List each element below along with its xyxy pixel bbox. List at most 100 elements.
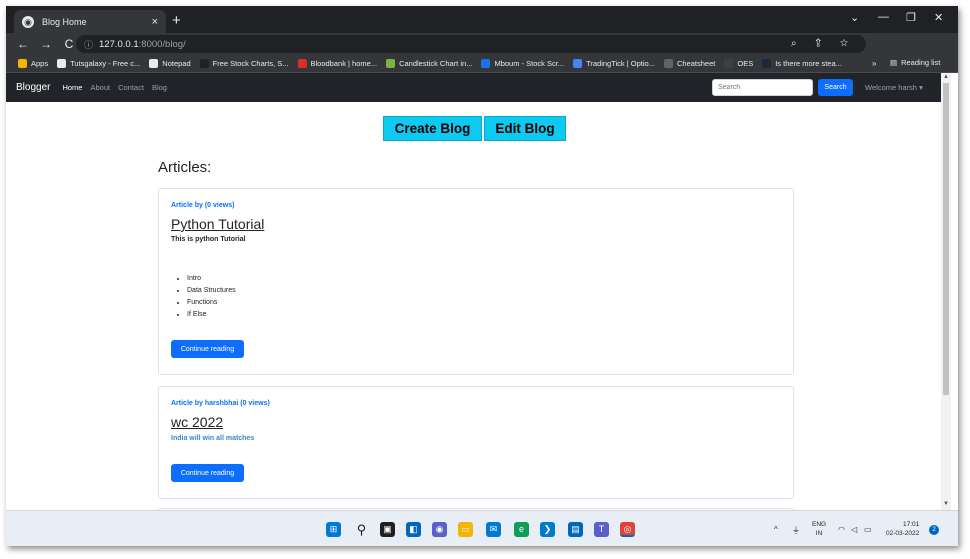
- tray-chevron-icon[interactable]: ^: [774, 525, 778, 534]
- nav-about[interactable]: About: [90, 83, 110, 92]
- search-input[interactable]: [712, 79, 813, 96]
- bookmark-item[interactable]: Is there more stea...: [762, 59, 842, 68]
- store-icon[interactable]: ▤: [568, 522, 583, 537]
- file-explorer-icon[interactable]: ▭: [458, 522, 473, 537]
- back-icon[interactable]: ←: [17, 37, 29, 51]
- bookmarks-overflow-icon[interactable]: »: [872, 59, 876, 68]
- tab-search-icon[interactable]: ⌄: [850, 11, 859, 24]
- bookmark-item[interactable]: Mboum - Stock Scr...: [481, 59, 564, 68]
- bookmark-label: OES: [737, 59, 754, 68]
- site-brand[interactable]: Blogger: [16, 82, 50, 93]
- new-tab-button[interactable]: +: [172, 12, 181, 29]
- tab-close-icon[interactable]: ×: [152, 16, 158, 28]
- forward-icon[interactable]: →: [40, 37, 52, 51]
- list-item: Data Structures: [187, 285, 236, 297]
- bookmark-label: Is there more stea...: [775, 59, 842, 68]
- browser-toolbar: ← → C ⓘ 127.0.0.1 :8000/blog/ ⌕ ⇪ ☆ ✱ ⋮: [6, 33, 958, 77]
- bookmark-label: Tutsgalaxy - Free c...: [70, 59, 141, 68]
- globe-icon: [149, 59, 159, 68]
- start-icon[interactable]: ⊞: [326, 522, 341, 537]
- teams-icon[interactable]: T: [594, 522, 609, 537]
- bookmark-item[interactable]: Cheatsheet: [663, 59, 716, 68]
- battery-icon[interactable]: ▭: [864, 525, 872, 534]
- scrollbar-thumb[interactable]: [943, 83, 949, 395]
- chrome-icon[interactable]: ◎: [620, 522, 635, 537]
- article-meta: Article by harshbhai (0 views): [171, 400, 270, 407]
- widgets-icon[interactable]: ◧: [406, 522, 421, 537]
- page-scrollbar[interactable]: ▲ ▼: [941, 73, 951, 510]
- article-subtitle: India will win all matches: [171, 435, 255, 442]
- welcome-label: Welcome harsh: [865, 83, 917, 92]
- bookmark-label: Mboum - Stock Scr...: [494, 59, 565, 68]
- scroll-up-icon[interactable]: ▲: [943, 74, 949, 80]
- bookmark-item[interactable]: Apps: [18, 59, 48, 68]
- notification-badge[interactable]: 2: [929, 525, 939, 535]
- tab-title: Blog Home: [42, 16, 87, 27]
- volume-icon[interactable]: ◁: [851, 525, 857, 534]
- nav-home[interactable]: Home: [62, 83, 82, 92]
- bookmark-item[interactable]: OES: [724, 59, 753, 68]
- oes-icon: [724, 59, 734, 68]
- reading-list-button[interactable]: ▤ Reading list: [890, 58, 940, 67]
- nav-blog[interactable]: Blog: [152, 83, 167, 92]
- address-bar[interactable]: ⓘ 127.0.0.1 :8000/blog/ ⌕ ⇪ ☆: [76, 35, 866, 53]
- tradingtick-icon: [573, 59, 583, 68]
- globe-icon: [57, 59, 67, 68]
- globe-icon: ◉: [22, 15, 34, 28]
- chat-icon[interactable]: ◉: [432, 522, 447, 537]
- create-blog-button[interactable]: Create Blog: [383, 116, 482, 141]
- article-card: Article by (0 views) Python Tutorial Thi…: [158, 188, 794, 375]
- continue-reading-button[interactable]: Continue reading: [171, 464, 244, 482]
- cheatsheet-icon: [663, 59, 673, 68]
- close-window-icon[interactable]: ✕: [934, 11, 943, 24]
- bookmark-item[interactable]: TradingTick | Optio...: [573, 59, 655, 68]
- article-title[interactable]: wc 2022: [171, 414, 223, 430]
- task-view-icon[interactable]: ▣: [380, 522, 395, 537]
- bookmark-item[interactable]: Free Stock Charts, S...: [199, 59, 289, 68]
- usb-icon[interactable]: ⏚: [792, 525, 800, 536]
- lang-line2: IN: [815, 530, 823, 537]
- windows-taskbar: ⊞ ⚲ ▣ ◧ ◉ ▭ ✉ e ❯ ▤ T ◎ ^ ⏚ ENG IN ◠ ◁ ▭…: [6, 510, 958, 546]
- bookmark-label: Cheatsheet: [676, 59, 716, 68]
- mail-icon[interactable]: ✉: [486, 522, 501, 537]
- edit-blog-button[interactable]: Edit Blog: [484, 116, 566, 141]
- reload-icon[interactable]: C: [63, 37, 75, 51]
- bookmark-label: Free Stock Charts, S...: [212, 59, 289, 68]
- search-button[interactable]: Search: [818, 79, 853, 96]
- site-navbar: Blogger Home About Contact Blog Search W…: [6, 73, 941, 102]
- info-icon[interactable]: ⓘ: [84, 38, 93, 51]
- bookmark-label: TradingTick | Optio...: [586, 59, 655, 68]
- clock-date: 02-03-2022: [886, 530, 920, 537]
- article-subtitle: This is python Tutorial: [171, 236, 246, 243]
- vscode-icon[interactable]: ❯: [540, 522, 555, 537]
- minimize-icon[interactable]: —: [878, 11, 889, 23]
- user-dropdown[interactable]: Welcome harsh ▾: [865, 83, 923, 92]
- scroll-down-icon[interactable]: ▼: [943, 501, 949, 507]
- caret-down-icon: ▾: [919, 83, 923, 92]
- apps-icon: [18, 59, 27, 68]
- continue-reading-button[interactable]: Continue reading: [171, 340, 244, 358]
- bookmarks-bar: Apps Tutsgalaxy - Free c... Notepad Free St…: [6, 55, 958, 73]
- steam-icon: [762, 59, 772, 68]
- address-actions-icons[interactable]: ⌕ ⇪ ☆: [791, 38, 856, 49]
- url-host: 127.0.0.1: [99, 38, 139, 50]
- nav-contact[interactable]: Contact: [118, 83, 144, 92]
- edge-icon[interactable]: e: [514, 522, 529, 537]
- language-indicator[interactable]: ENG IN: [812, 520, 826, 538]
- candlestick-icon: [386, 59, 396, 68]
- clock[interactable]: 17:01 02-03-2022: [886, 520, 919, 538]
- wifi-icon[interactable]: ◠: [838, 525, 845, 534]
- articles-heading: Articles:: [158, 159, 212, 176]
- bookmark-item[interactable]: Bloodbank | home...: [297, 59, 377, 68]
- tab-blog-home[interactable]: ◉ Blog Home ×: [14, 10, 166, 33]
- tab-strip: ◉ Blog Home × + ⌄ — ❐ ✕: [6, 6, 958, 33]
- bookmark-item[interactable]: Candlestick Chart in...: [386, 59, 472, 68]
- browser-window: ◉ Blog Home × + ⌄ — ❐ ✕ ← → C ⓘ 127.0.0.…: [6, 6, 958, 546]
- search-icon[interactable]: ⚲: [354, 522, 369, 537]
- tradingview-icon: [199, 59, 209, 68]
- article-title[interactable]: Python Tutorial: [171, 216, 264, 232]
- reading-list-icon: ▤: [890, 58, 898, 67]
- bookmark-item[interactable]: Tutsgalaxy - Free c...: [57, 59, 140, 68]
- bookmark-item[interactable]: Notepad: [149, 59, 191, 68]
- maximize-icon[interactable]: ❐: [906, 11, 916, 24]
